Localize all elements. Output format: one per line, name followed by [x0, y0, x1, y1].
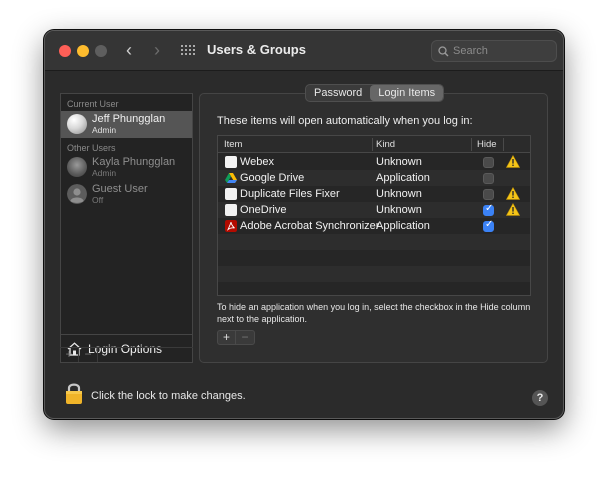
other-users-section-label: Other Users — [67, 143, 116, 153]
zoom-window-button[interactable] — [95, 45, 107, 57]
empty-row — [218, 250, 530, 266]
user-item-jeff[interactable]: Jeff Phungglan Admin — [61, 111, 192, 138]
lock-message: Click the lock to make changes. — [91, 390, 246, 402]
table-row[interactable]: Adobe Acrobat Synchronizer Application — [218, 218, 530, 234]
table-header: Item Kind Hide — [218, 136, 530, 153]
item-kind: Application — [376, 220, 430, 232]
hide-checkbox[interactable] — [483, 219, 494, 232]
item-kind: Unknown — [376, 204, 422, 216]
forward-arrow-icon[interactable]: › — [147, 40, 167, 62]
title-bar: ‹ › Users & Groups — [45, 31, 563, 71]
user-role: Admin — [92, 168, 117, 178]
hide-checkbox[interactable] — [483, 173, 494, 184]
search-icon — [438, 45, 449, 56]
tab-password[interactable]: Password — [306, 85, 370, 101]
golf-ball-avatar — [67, 114, 87, 134]
user-name: Kayla Phungglan — [92, 156, 176, 168]
item-name: Duplicate Files Fixer — [240, 188, 340, 200]
empty-row — [218, 234, 530, 250]
item-name: OneDrive — [240, 204, 287, 216]
guest-user-icon — [67, 184, 87, 204]
item-name: Adobe Acrobat Synchronizer — [240, 220, 380, 232]
empty-row — [218, 266, 530, 282]
table-row[interactable]: OneDrive Unknown — [218, 202, 530, 218]
tab-login-items[interactable]: Login Items — [370, 85, 444, 101]
warning-icon — [506, 155, 520, 168]
login-items-table: Item Kind Hide Webex Unknown Google Driv… — [217, 135, 531, 296]
users-sidebar: Current User Jeff Phungglan Admin Other … — [60, 93, 193, 363]
item-kind: Unknown — [376, 188, 422, 200]
user-name: Guest User — [92, 183, 148, 195]
hide-checkbox[interactable] — [483, 203, 494, 216]
lock-icon[interactable] — [65, 381, 83, 405]
item-kind: Unknown — [376, 156, 422, 168]
table-row[interactable]: Webex Unknown — [218, 154, 530, 170]
back-arrow-icon[interactable]: ‹ — [119, 40, 139, 62]
search-input[interactable] — [453, 45, 549, 57]
sidebar-add-remove-controls: + − — [60, 347, 193, 362]
login-items-add-remove: + − — [217, 330, 255, 345]
hide-checkbox[interactable] — [483, 189, 494, 200]
user-item-kayla[interactable]: Kayla Phungglan Admin — [61, 154, 192, 181]
generic-app-icon — [225, 188, 237, 200]
column-header-kind[interactable]: Kind — [376, 139, 395, 150]
help-button[interactable]: ? — [532, 390, 548, 406]
item-name: Google Drive — [240, 172, 305, 184]
item-kind: Application — [376, 172, 430, 184]
table-row[interactable]: Google Drive Application — [218, 170, 530, 186]
remove-login-item-button[interactable]: − — [236, 331, 254, 344]
users-groups-window: ‹ › Users & Groups Current User Jeff Phu… — [44, 30, 564, 419]
acrobat-icon — [225, 220, 237, 232]
remove-user-button[interactable]: − — [79, 348, 98, 362]
google-drive-icon — [225, 173, 237, 183]
hide-instructions: To hide an application when you log in, … — [217, 302, 531, 324]
window-title: Users & Groups — [207, 42, 306, 57]
login-items-intro: These items will open automatically when… — [217, 115, 473, 127]
warning-icon — [506, 203, 520, 216]
add-login-item-button[interactable]: + — [218, 331, 236, 344]
hide-checkbox[interactable] — [483, 157, 494, 168]
user-role: Admin — [92, 125, 117, 135]
add-user-button[interactable]: + — [60, 348, 79, 362]
column-header-item[interactable]: Item — [224, 139, 242, 150]
generic-app-icon — [225, 156, 237, 168]
search-field[interactable] — [431, 40, 557, 62]
close-window-button[interactable] — [59, 45, 71, 57]
tab-switcher: Password Login Items — [305, 84, 445, 102]
user-role: Off — [92, 195, 104, 205]
user-name: Jeff Phungglan — [92, 113, 166, 125]
table-row[interactable]: Duplicate Files Fixer Unknown — [218, 186, 530, 202]
column-header-hide[interactable]: Hide — [477, 139, 497, 150]
generic-app-icon — [225, 204, 237, 216]
user-item-guest[interactable]: Guest User Off — [61, 181, 192, 208]
photo-avatar — [67, 157, 87, 177]
warning-icon — [506, 187, 520, 200]
show-all-grid-icon[interactable] — [181, 45, 195, 57]
item-name: Webex — [240, 156, 275, 168]
current-user-section-label: Current User — [67, 99, 119, 109]
minimize-window-button[interactable] — [77, 45, 89, 57]
